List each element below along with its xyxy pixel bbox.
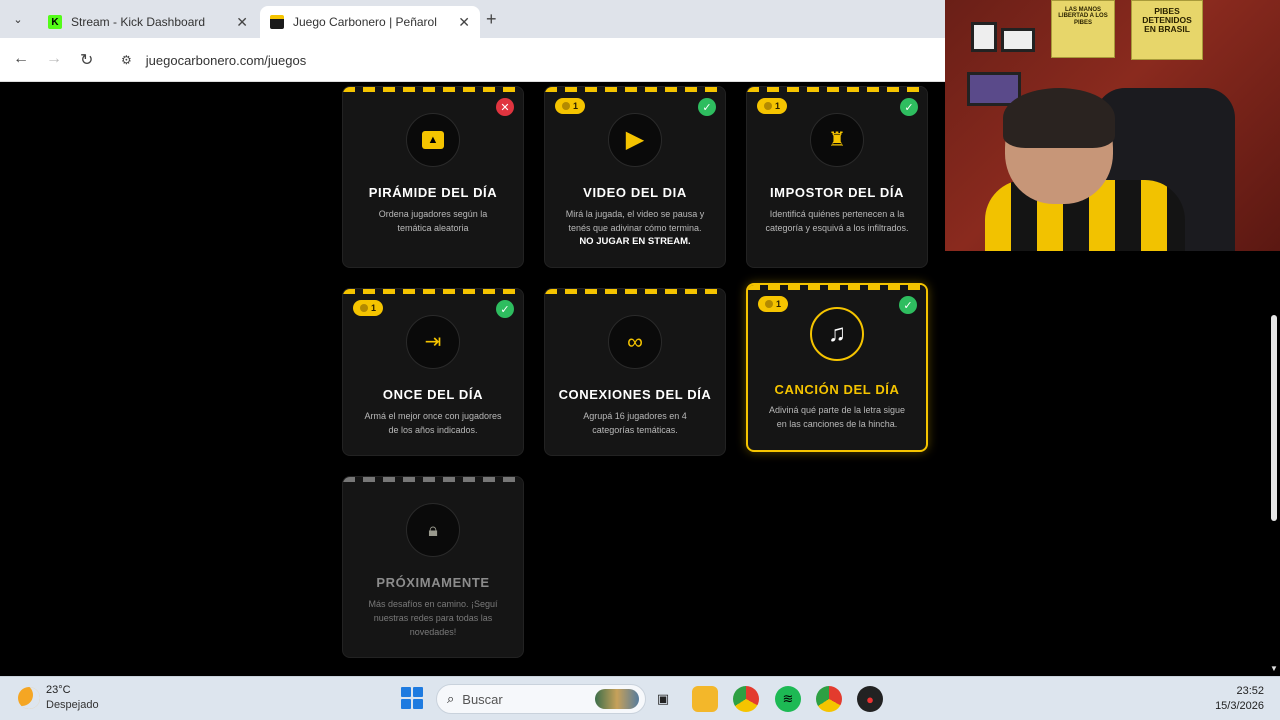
wall-poster: LAS MANOS LIBERTAD A LOS PIBES [1051, 0, 1115, 58]
weather-condition[interactable]: Despejado [46, 699, 99, 711]
lineup-icon: ⇥ [406, 315, 460, 369]
taskbar-search-box[interactable]: ⌕ Buscar [436, 684, 646, 714]
game-card-video[interactable]: 1 ✓ ▶ VIDEO DEL DIA Mirá la jugada, el v… [544, 86, 726, 268]
card-description: Ordena jugadores según la temática aleat… [378, 209, 488, 233]
screen: ⌄ K Stream - Kick Dashboard ✕ Juego Carb… [0, 0, 1280, 720]
reload-icon[interactable]: ↻ [80, 50, 93, 70]
clock-time: 23:52 [1236, 685, 1264, 697]
tab-juego-carbonero[interactable]: Juego Carbonero | Peñarol ✕ [260, 6, 480, 38]
link-icon: ∞ [608, 315, 662, 369]
scrollbar-thumb[interactable] [1271, 315, 1277, 521]
search-placeholder: Buscar [462, 691, 503, 707]
card-description: Armá el mejor once con jugadores de los … [364, 411, 502, 435]
card-description: Agrupá 16 jugadores en 4 categorías temá… [583, 411, 687, 435]
coin-icon [359, 304, 368, 312]
kick-favicon-icon: K [48, 15, 62, 29]
game-card-proximamente: 🔒︎ PRÓXIMAMENTE Más desafíos en camino. … [342, 476, 524, 658]
url-text: juegocarbonero.com/juegos [145, 52, 307, 68]
moon-weather-icon[interactable] [18, 687, 40, 709]
completed-check-icon: ✓ [899, 296, 917, 314]
stream-warning: NO JUGAR EN STREAM. [579, 236, 691, 247]
wall-poster: PIBES DETENIDOS EN BRASIL [1131, 0, 1203, 60]
coin-badge: 1 [757, 98, 787, 114]
coin-badge: 1 [758, 296, 788, 312]
game-card-conexiones[interactable]: ∞ CONEXIONES DEL DÍA Agrupá 16 jugadores… [544, 288, 726, 456]
failed-status-icon: ✕ [496, 98, 514, 116]
back-arrow-icon[interactable]: ← [13, 50, 29, 68]
browser-tab-strip: ⌄ K Stream - Kick Dashboard ✕ Juego Carb… [0, 0, 945, 38]
completed-check-icon: ✓ [496, 300, 514, 318]
completed-check-icon: ✓ [900, 98, 918, 116]
card-title: CANCIÓN DEL DÍA [774, 382, 900, 397]
wall-photo-frame [1001, 28, 1035, 52]
obs-recording-icon[interactable]: ● [857, 686, 883, 712]
new-tab-plus-icon[interactable]: + [486, 9, 497, 30]
tab-search-chevron-icon[interactable]: ⌄ [7, 8, 29, 30]
pyramid-icon: ▲ [406, 113, 460, 167]
music-icon: ♫ [810, 307, 864, 361]
tab-close-icon[interactable]: ✕ [458, 14, 470, 31]
lock-icon: 🔒︎ [406, 503, 460, 557]
card-title: ONCE DEL DÍA [382, 387, 484, 402]
card-description: Identificá quiénes pertenecen a la categ… [765, 209, 909, 233]
game-card-once[interactable]: 1 ✓ ⇥ ONCE DEL DÍA Armá el mejor once co… [342, 288, 524, 456]
spotify-icon[interactable]: ≋ [775, 686, 801, 712]
card-title: VIDEO DEL DIA [583, 185, 687, 200]
completed-check-icon: ✓ [698, 98, 716, 116]
forward-arrow-icon[interactable]: → [46, 50, 62, 68]
streamer-hair [1003, 88, 1115, 148]
search-icon: ⌕ [447, 691, 455, 706]
tab-close-icon[interactable]: ✕ [236, 14, 248, 31]
search-highlight-image [595, 689, 639, 709]
scroll-down-arrow-icon[interactable]: ▼ [1270, 664, 1278, 673]
coin-badge: 1 [353, 300, 383, 316]
task-view-icon[interactable]: ▣ [650, 686, 676, 712]
tab-title: Juego Carbonero | Peñarol [293, 15, 437, 29]
card-description: Adiviná qué parte de la letra sigue en l… [768, 405, 906, 429]
card-title: CONEXIONES DEL DÍA [558, 387, 712, 402]
impostor-icon: ♜ [810, 113, 864, 167]
wall-photo-frame [971, 22, 997, 52]
tab-kick-dashboard[interactable]: K Stream - Kick Dashboard ✕ [38, 6, 258, 38]
card-title: PIRÁMIDE DEL DÍA [368, 185, 498, 200]
chrome-profile-icon[interactable] [816, 686, 842, 712]
chrome-icon[interactable] [733, 686, 759, 712]
coin-icon [763, 102, 772, 110]
weather-temperature[interactable]: 23°C [46, 684, 71, 696]
coin-badge: 1 [555, 98, 585, 114]
juego-carbonero-favicon-icon [270, 15, 284, 29]
webcam-overlay: LAS MANOS LIBERTAD A LOS PIBES PIBES DET… [945, 0, 1280, 251]
file-explorer-icon[interactable] [692, 686, 718, 712]
address-bar: ← → ↻ ⚙ juegocarbonero.com/juegos [0, 38, 945, 82]
windows-taskbar: 23°C Despejado ⌕ Buscar ▣ ≋ ● 23:52 15/3… [0, 676, 1280, 720]
system-clock[interactable]: 23:52 15/3/2026 [1215, 684, 1264, 714]
game-card-cancion[interactable]: 1 ✓ ♫ CANCIÓN DEL DÍA Adiviná qué parte … [746, 283, 928, 452]
card-description: Más desafíos en camino. ¡Seguí nuestras … [368, 599, 498, 637]
game-card-impostor[interactable]: 1 ✓ ♜ IMPOSTOR DEL DÍA Identificá quiéne… [746, 86, 928, 268]
play-icon: ▶ [608, 113, 662, 167]
windows-start-icon[interactable] [401, 687, 423, 709]
coin-icon [764, 300, 773, 308]
site-settings-icon[interactable]: ⚙ [121, 53, 132, 67]
clock-date: 15/3/2026 [1215, 700, 1264, 712]
url-field[interactable]: ⚙ juegocarbonero.com/juegos [111, 44, 931, 76]
game-card-piramide[interactable]: ✕ ▲ PIRÁMIDE DEL DÍA Ordena jugadores se… [342, 86, 524, 268]
tab-title: Stream - Kick Dashboard [71, 15, 206, 29]
card-title: PRÓXIMAMENTE [376, 575, 490, 590]
card-title: IMPOSTOR DEL DÍA [769, 185, 905, 200]
card-description: Mirá la jugada, el video se pausa y tené… [563, 207, 707, 249]
coin-icon [561, 102, 570, 110]
